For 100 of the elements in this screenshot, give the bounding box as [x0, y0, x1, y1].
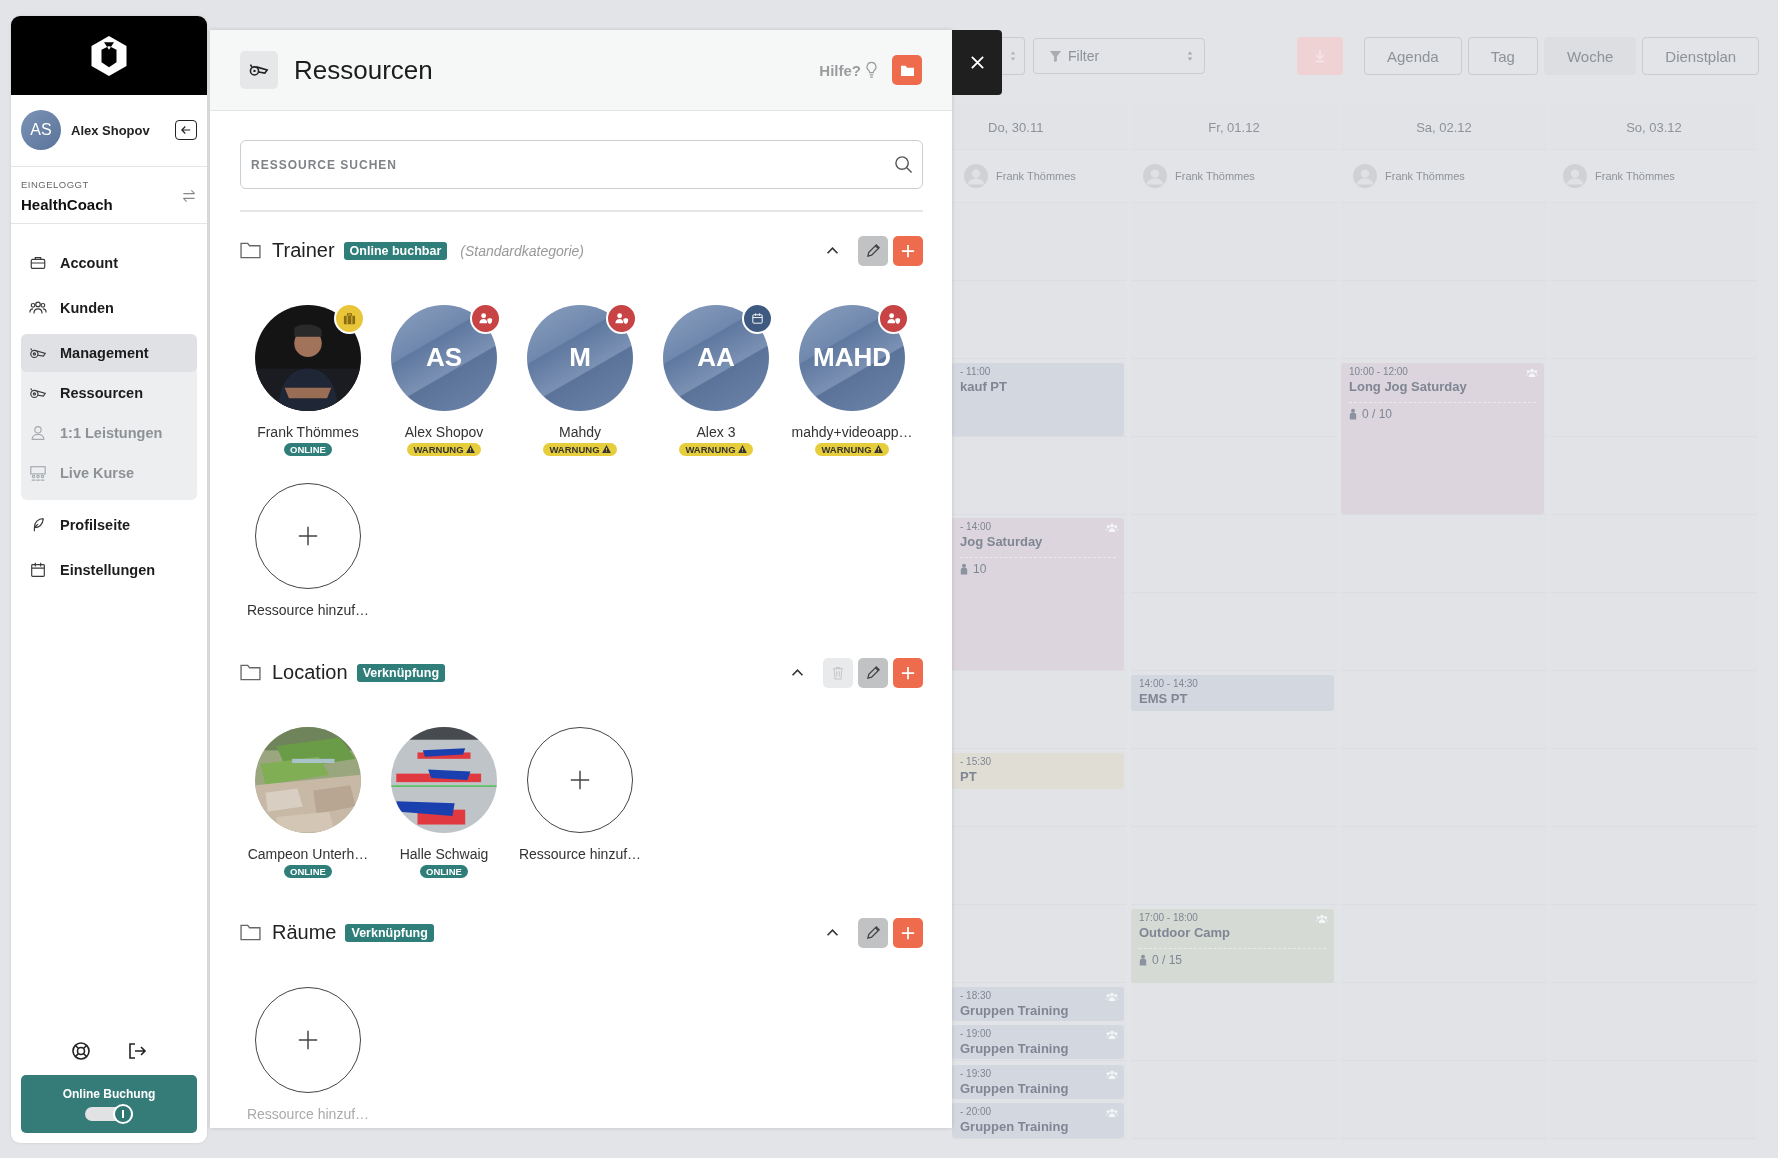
search-field[interactable]: RESSOURCE SUCHEN	[240, 140, 923, 189]
panel-title: Ressourcen	[294, 54, 433, 86]
plus-icon[interactable]	[569, 768, 591, 791]
status-badge: WARNUNG	[679, 442, 753, 456]
avatar[interactable]: AA	[663, 304, 769, 411]
status-badge: ONLINE	[284, 864, 332, 878]
resource-name[interactable]: Campeon Unterh…	[247, 845, 369, 862]
avatar-initials: AA	[697, 342, 735, 373]
view-tab[interactable]: Tag	[1467, 37, 1538, 75]
folder-icon[interactable]	[899, 63, 915, 77]
close-icon[interactable]	[969, 55, 985, 70]
resource-name: Frank Thömmes	[1595, 170, 1675, 182]
close-button[interactable]	[952, 30, 1002, 95]
chevron-up-icon[interactable]	[826, 246, 839, 255]
resource-name[interactable]: Mahdy	[559, 423, 601, 440]
pencil-icon[interactable]	[865, 925, 881, 940]
event-time: 14:00 - 14:30	[1139, 678, 1198, 689]
avatar[interactable]: AS	[391, 304, 497, 411]
user-name: Alex Shopov	[71, 122, 151, 138]
avatar-initials: AS	[425, 342, 463, 373]
status-badge: ONLINE	[284, 442, 332, 456]
whistle-icon	[240, 51, 278, 89]
calendar-event[interactable]: - 19:30 Gruppen Training	[952, 1065, 1124, 1099]
pencil-icon[interactable]	[865, 665, 881, 680]
calendar-event[interactable]: 17:00 - 18:00 Outdoor Camp 0 / 15	[1131, 909, 1334, 983]
group-icon	[1526, 368, 1538, 377]
resource-name[interactable]: Frank Thömmes	[257, 423, 359, 440]
toggle-switch[interactable]	[85, 1107, 133, 1121]
nav-item[interactable]: Account	[21, 244, 197, 282]
search-icon[interactable]	[894, 155, 913, 174]
filter-icon	[1049, 49, 1062, 63]
calendar-event[interactable]: - 19:00 Gruppen Training	[952, 1025, 1124, 1059]
resource-name: Frank Thömmes	[1385, 170, 1465, 182]
category-name: Räume	[272, 921, 337, 944]
view-tab[interactable]: Agenda	[1364, 37, 1462, 75]
calendar-event[interactable]: - 14:00 Jog Saturday 10	[952, 518, 1124, 670]
calendar-event[interactable]: - 18:30 Gruppen Training	[952, 987, 1124, 1021]
add-button[interactable]	[893, 917, 923, 948]
event-time: 17:00 - 18:00	[1139, 912, 1198, 923]
status-badge: WARNUNG	[543, 442, 617, 456]
category-note: (Standardkategorie)	[460, 242, 585, 259]
person-icon	[960, 563, 968, 575]
calendar-event[interactable]: 14:00 - 14:30 EMS PT	[1131, 675, 1334, 711]
person-icon	[1139, 954, 1147, 966]
view-tab[interactable]: Dienstplan	[1642, 37, 1760, 75]
add-resource-label: Ressource hinzuf…	[518, 845, 642, 862]
day-label: Fr, 01.12	[1208, 119, 1260, 135]
nav-item[interactable]: Management	[21, 334, 197, 372]
resource-name[interactable]: Alex 3	[696, 423, 736, 440]
account-name: HealthCoach	[21, 196, 114, 213]
logout-icon[interactable]	[127, 1041, 147, 1061]
folder-button[interactable]	[892, 55, 922, 85]
resource-name[interactable]: mahdy+videoapp…	[791, 423, 913, 440]
warning-icon	[737, 445, 747, 453]
group-icon	[1316, 914, 1328, 923]
resource-name[interactable]: Alex Shopov	[404, 423, 484, 440]
calendar-event[interactable]: 10:00 - 12:00 Long Jog Saturday 0 / 10	[1341, 363, 1544, 514]
event-title: Jog Saturday	[960, 534, 1043, 549]
calendar-event[interactable]: - 11:00 kauf PT	[952, 363, 1124, 436]
chevron-up-icon[interactable]	[826, 928, 839, 937]
group-icon	[1106, 523, 1118, 532]
avatar-initials: M	[569, 342, 591, 373]
swap-icon[interactable]	[181, 188, 197, 204]
avatar-initials: MAHD	[813, 342, 891, 373]
resource-name: Frank Thömmes	[996, 170, 1076, 182]
help-icon[interactable]	[71, 1041, 91, 1061]
add-button[interactable]	[893, 235, 923, 266]
lightbulb-icon[interactable]	[865, 61, 878, 79]
avatar[interactable]: M	[527, 304, 633, 411]
nav-item[interactable]: Kunden	[21, 289, 197, 327]
calendar-event[interactable]: - 15:30 PT	[952, 753, 1124, 789]
group-icon	[1106, 1030, 1118, 1039]
briefcase-icon	[29, 254, 47, 272]
nav-item[interactable]: Profilseite	[21, 506, 197, 544]
classroom-icon	[29, 464, 47, 482]
event-title: Gruppen Training	[960, 1081, 1069, 1096]
resource-name[interactable]: Halle Schwaig	[399, 845, 489, 862]
edit-button[interactable]	[858, 917, 888, 948]
help-link[interactable]: Hilfe?	[819, 61, 861, 79]
plus-icon[interactable]	[297, 1028, 319, 1051]
plus-icon[interactable]	[297, 524, 319, 547]
add-button[interactable]	[893, 657, 923, 688]
chevron-up-icon[interactable]	[791, 668, 804, 677]
calendar-event[interactable]: - 20:00 Gruppen Training	[952, 1103, 1124, 1138]
event-time: - 20:00	[960, 1106, 992, 1117]
event-time: - 14:00	[960, 521, 992, 532]
view-tab[interactable]: Woche	[1543, 37, 1637, 75]
pencil-icon[interactable]	[865, 243, 881, 258]
nav-item[interactable]: Ressourcen	[21, 374, 197, 412]
edit-button[interactable]	[858, 657, 888, 688]
nav-item[interactable]: Einstellungen	[21, 551, 197, 589]
participant-count: 0 / 10	[1362, 407, 1393, 421]
category-tag: Verknüpfung	[345, 923, 434, 942]
category-name: Location	[272, 661, 348, 684]
avatar[interactable]: MAHD	[799, 304, 905, 411]
folder-icon	[240, 664, 261, 681]
event-time: - 18:30	[960, 990, 992, 1001]
folder-icon	[240, 242, 261, 259]
filter-dropdown[interactable]: Filter	[1033, 38, 1205, 74]
edit-button[interactable]	[858, 235, 888, 266]
